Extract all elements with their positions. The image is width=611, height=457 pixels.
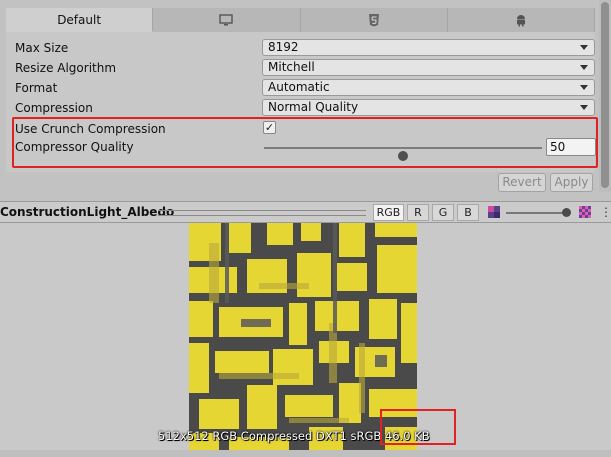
slider-thumb[interactable] [562,208,571,217]
format-row: Format Automatic [15,79,595,99]
max-size-row: Max Size 8192 [15,39,595,59]
chevron-down-icon [580,105,588,110]
mip-level-slider[interactable] [506,212,568,214]
channel-rgb-button[interactable]: RGB [373,204,404,221]
use-crunch-label: Use Crunch Compression [15,122,166,136]
channel-b-button[interactable]: B [457,204,479,221]
tab-webgl[interactable] [301,8,448,32]
chevron-down-icon [580,65,588,70]
compression-dropdown[interactable]: Normal Quality [262,99,595,116]
tab-default[interactable]: Default [6,8,154,32]
revert-button[interactable]: Revert [498,173,546,192]
html5-icon [368,14,379,27]
android-icon [516,15,525,27]
bottom-strip [0,450,611,457]
compressor-quality-label: Compressor Quality [15,140,134,154]
tab-android[interactable] [448,8,595,32]
platform-settings-panel: Max Size 8192 Resize Algorithm Mitchell … [6,32,596,172]
platform-tabs: Default [6,8,595,33]
resize-algorithm-value: Mitchell [268,60,315,74]
resize-grip[interactable] [158,210,366,216]
apply-button[interactable]: Apply [550,173,593,192]
format-value: Automatic [268,80,330,94]
resize-algorithm-dropdown[interactable]: Mitchell [262,59,595,76]
max-size-dropdown[interactable]: 8192 [262,39,595,56]
chevron-down-icon [580,85,588,90]
texture-import-inspector: Default Max Size 8192 Resize Algorithm M… [0,0,611,457]
max-size-value: 8192 [268,40,299,54]
texture-preview-image [189,223,417,450]
tab-standalone[interactable] [153,8,301,32]
mip-small-icon [488,206,500,218]
use-crunch-checkbox[interactable]: ✓ [263,121,276,134]
format-label: Format [15,81,58,95]
max-size-label: Max Size [15,41,69,55]
compressor-quality-row: Compressor Quality 50 [15,138,596,161]
use-crunch-row: Use Crunch Compression ✓ [15,120,590,140]
inspector-scrollbar[interactable] [599,0,611,192]
resize-algorithm-row: Resize Algorithm Mitchell [15,59,595,79]
texture-preview-area: 512x512 RGB Compressed DXT1 sRGB 46.0 KB [0,223,611,457]
compressor-quality-input[interactable]: 50 [546,138,596,156]
preview-header: ConstructionLight_Albedo RGB R G B ⋮ [0,201,611,223]
chevron-down-icon [580,45,588,50]
compression-label: Compression [15,101,93,115]
channel-g-button[interactable]: G [432,204,454,221]
compressor-quality-slider[interactable] [264,147,542,161]
monitor-icon [219,14,234,26]
preview-title: ConstructionLight_Albedo [0,205,175,219]
format-dropdown[interactable]: Automatic [262,79,595,96]
tab-default-label: Default [57,12,102,27]
channel-r-button[interactable]: R [407,204,429,221]
compression-value: Normal Quality [268,100,359,114]
more-options-icon[interactable]: ⋮ [600,205,611,219]
compression-row: Compression Normal Quality [15,99,595,119]
mip-large-icon [579,206,591,218]
texture-info-caption: 512x512 RGB Compressed DXT1 sRGB 46.0 KB [158,429,430,443]
scrollbar-thumb[interactable] [601,2,609,188]
slider-thumb[interactable] [398,151,408,161]
resize-algorithm-label: Resize Algorithm [15,61,117,75]
